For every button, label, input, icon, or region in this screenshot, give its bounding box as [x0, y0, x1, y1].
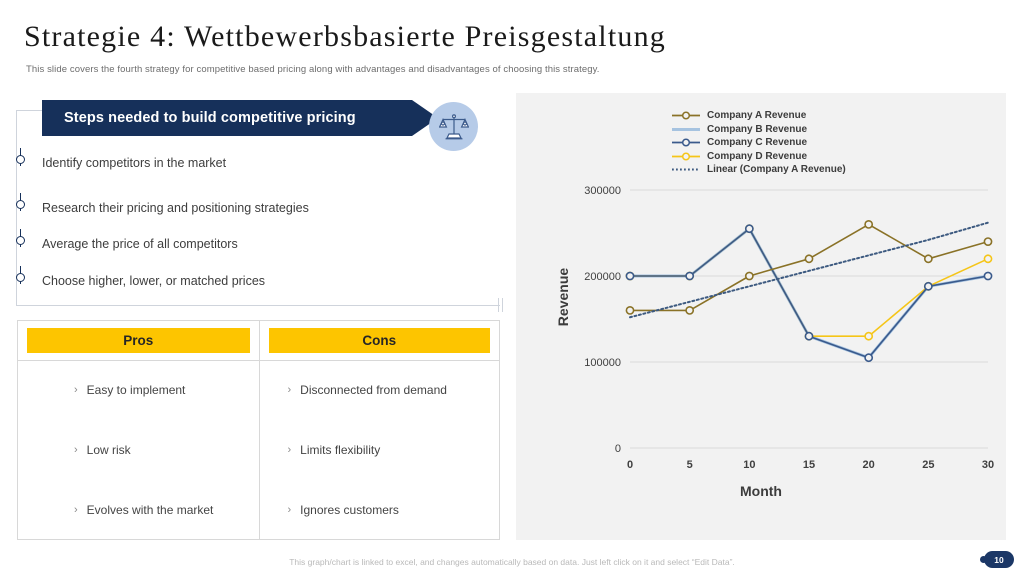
pros-header-divider: [18, 360, 259, 361]
chart-data-point: [923, 281, 933, 291]
chart-x-tick: 5: [687, 459, 693, 471]
step-item-3: Average the price of all competitors: [16, 229, 238, 251]
legend-label: Company D Revenue: [707, 150, 808, 162]
chart-x-tick: 0: [627, 459, 633, 471]
chart-x-tick: 15: [803, 459, 815, 471]
legend-swatch-icon: [671, 109, 701, 122]
legend-item: Company C Revenue: [671, 136, 846, 149]
cons-column: Cons › Disconnected from demand › Limits…: [258, 321, 499, 539]
timeline-spine-top: [16, 110, 42, 111]
chart-series-line: [629, 227, 989, 337]
chart-y-tick: 0: [615, 443, 621, 455]
timeline-end-tick: [498, 298, 499, 312]
step-node-dot: [16, 236, 25, 245]
chart-footnote: This graph/chart is linked to excel, and…: [289, 557, 735, 567]
chart-x-tick: 10: [743, 459, 755, 471]
legend-swatch-icon: [671, 163, 701, 176]
chart-data-point: [625, 271, 635, 281]
step-node-dot: [16, 273, 25, 282]
page-badge: 10: [984, 551, 1014, 568]
chart-y-tick: 300000: [584, 185, 621, 197]
chart-data-point: [864, 353, 874, 363]
legend-label: Company B Revenue: [707, 123, 808, 135]
step-label-3: Average the price of all competitors: [42, 237, 238, 251]
legend-item: Company B Revenue: [671, 123, 846, 136]
legend-item: Linear (Company A Revenue): [671, 163, 846, 176]
step-label-4: Choose higher, lower, or matched prices: [42, 274, 266, 288]
cons-item-3: › Ignores customers: [260, 503, 528, 517]
page-subtitle: This slide covers the fourth strategy fo…: [26, 64, 600, 75]
chart-data-point: [983, 237, 993, 246]
step-label-1: Identify competitors in the market: [42, 156, 227, 170]
legend-label: Linear (Company A Revenue): [707, 164, 846, 175]
chart-series-line: [629, 221, 989, 319]
chart-data-point: [983, 254, 993, 264]
step-node-dot: [16, 200, 25, 209]
chart-x-tick: 20: [863, 459, 875, 471]
page-number: 10: [994, 554, 1004, 565]
cons-item-2-label: Limits flexibility: [300, 443, 381, 457]
chart-data-point: [804, 331, 814, 341]
page-title: Strategie 4: Wettbewerbsbasierte Preisge…: [24, 20, 666, 53]
chart-y-axis-label: Revenue: [555, 267, 571, 327]
chart-y-tick: 100000: [584, 357, 621, 369]
step-label-2: Research their pricing and positioning s…: [42, 201, 309, 215]
legend-item: Company D Revenue: [671, 150, 846, 163]
chevron-right-icon: ›: [74, 504, 78, 516]
step-item-1: Identify competitors in the market: [16, 148, 227, 170]
chevron-right-icon: ›: [74, 444, 78, 456]
chart-x-tick: 25: [922, 459, 934, 471]
chart-data-point: [685, 305, 695, 315]
timeline-end-tick-2: [502, 298, 503, 312]
chevron-right-icon: ›: [287, 384, 292, 396]
chart-data-point: [685, 271, 695, 281]
pros-cons-table: Pros › Easy to implement › Low risk › Ev…: [17, 320, 500, 540]
slide: Strategie 4: Wettbewerbsbasierte Preisge…: [0, 0, 1024, 576]
step-item-2: Research their pricing and positioning s…: [16, 193, 309, 215]
chart-x-tick: 30: [982, 459, 994, 471]
chart-data-point: [923, 254, 933, 264]
chart-data-point: [744, 224, 754, 234]
chart-x-axis-label: Month: [740, 483, 782, 499]
chart-data-point: [625, 305, 635, 315]
legend-label: Company C Revenue: [707, 137, 808, 148]
cons-item-2: › Limits flexibility: [260, 443, 528, 457]
pros-item-1-label: Easy to implement: [86, 383, 186, 397]
legend-swatch-icon: [671, 150, 701, 163]
chevron-right-icon: ›: [74, 384, 78, 396]
chevron-right-icon: ›: [287, 444, 292, 456]
steps-banner: Steps needed to build competitive pricin…: [42, 100, 412, 136]
legend-swatch-icon: [671, 136, 701, 149]
timeline-spine-bottom: [16, 305, 500, 306]
pros-item-3-label: Evolves with the market: [86, 503, 214, 517]
step-item-4: Choose higher, lower, or matched prices: [16, 266, 266, 288]
chart-legend: Company A Revenue Company B Revenue Compan…: [671, 109, 846, 177]
chart-data-point: [864, 331, 874, 341]
step-node-dot: [16, 155, 25, 164]
chevron-right-icon: ›: [287, 504, 292, 516]
cons-item-1: › Disconnected from demand: [260, 383, 528, 397]
pros-column: Pros › Easy to implement › Low risk › Ev…: [18, 321, 259, 539]
chart-data-point: [744, 271, 754, 281]
chart-data-point: [804, 254, 814, 264]
balance-scales-icon: [429, 102, 478, 151]
cons-item-1-label: Disconnected from demand: [300, 383, 447, 397]
pros-header: Pros: [27, 328, 250, 353]
legend-item: Company A Revenue: [671, 109, 846, 122]
cons-header: Cons: [268, 328, 490, 353]
chart-data-point: [864, 219, 874, 229]
steps-banner-label: Steps needed to build competitive pricin…: [64, 110, 356, 126]
chart-y-tick: 200000: [584, 271, 621, 283]
pros-item-2-label: Low risk: [86, 443, 131, 457]
cons-header-divider: [259, 360, 499, 361]
legend-swatch-icon: [671, 123, 701, 136]
revenue-line-chart[interactable]: 0 100000 200000 300000 0 5 10 15 20 25 30 Revenue …: [516, 93, 1006, 540]
chart-data-point: [983, 271, 993, 281]
legend-label: Company A Revenue: [707, 110, 807, 121]
cons-item-3-label: Ignores customers: [300, 503, 399, 517]
